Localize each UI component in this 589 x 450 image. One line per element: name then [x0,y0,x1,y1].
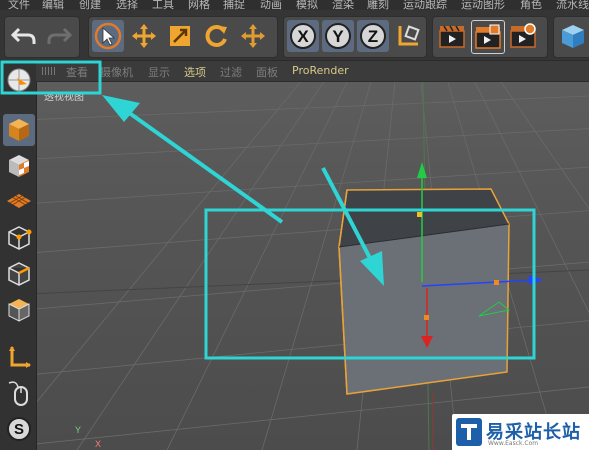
site-watermark: 易采站长站 Www.Easck.Com [452,414,589,450]
highlight-box-cube [204,208,536,360]
watermark-subtitle: Www.Easck.Com [488,440,539,447]
annotation-arrow-left [102,95,284,224]
highlight-box-viewport-label [0,60,102,95]
annotation-arrow-down [321,167,384,286]
tutorial-annotations [0,60,536,360]
watermark-logo-icon [456,418,482,446]
